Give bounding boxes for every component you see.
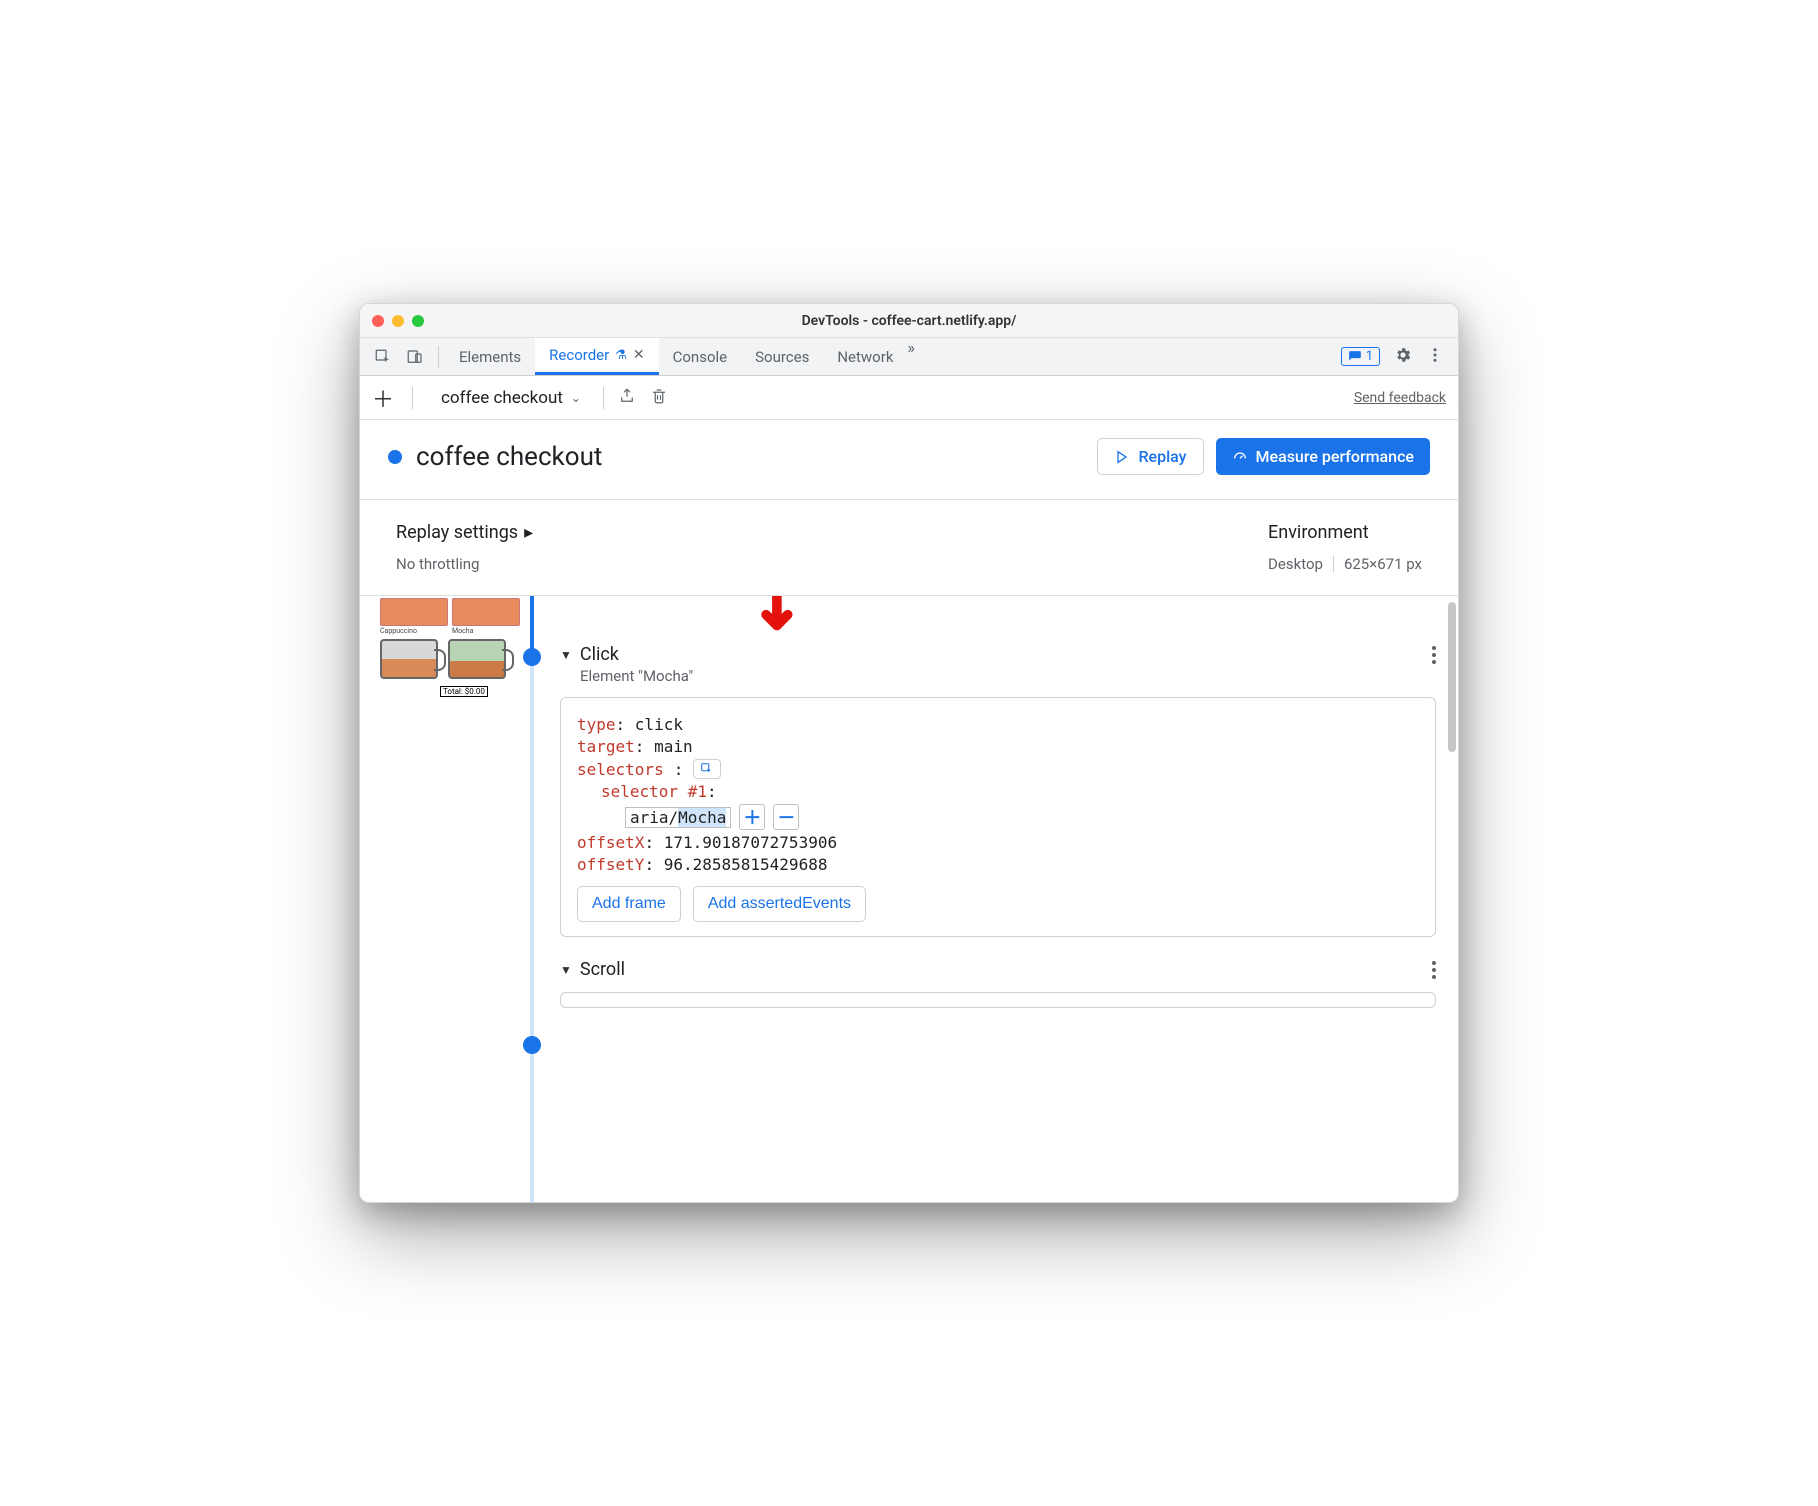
recording-selector[interactable]: coffee checkout ⌄ <box>433 388 589 408</box>
delete-icon[interactable] <box>650 387 668 409</box>
step-scroll: ▼ Scroll <box>560 959 1436 1008</box>
tab-label: Network <box>837 348 893 366</box>
replay-label: Replay <box>1138 447 1186 466</box>
inspect-element-icon[interactable] <box>374 348 392 366</box>
thumb-label: Cappuccino <box>380 627 448 635</box>
viewport-size: 625×671 px <box>1344 555 1422 573</box>
panel-tabs: Elements Recorder ⚗︎ ✕ Console Sources N… <box>445 338 907 375</box>
step-details-card <box>560 992 1436 1008</box>
selector-prefix: aria/ <box>630 808 678 827</box>
step-title: Scroll <box>580 959 625 980</box>
field-value: main <box>654 737 693 756</box>
export-icon[interactable] <box>618 387 636 409</box>
tab-network[interactable]: Network <box>823 338 907 375</box>
field-key: selectors <box>577 760 664 779</box>
thumb-total: Total: $0.00 <box>440 686 488 697</box>
disclosure-triangle-icon[interactable]: ▼ <box>560 963 572 977</box>
recorder-toolbar: ＋ coffee checkout ⌄ Send feedback <box>360 376 1458 420</box>
step-subtitle: Element "Mocha" <box>580 667 1436 685</box>
tab-recorder[interactable]: Recorder ⚗︎ ✕ <box>535 338 658 375</box>
window-titlebar: DevTools - coffee-cart.netlify.app/ <box>360 304 1458 338</box>
field-value: 96.28585815429688 <box>664 855 828 874</box>
timeline-node <box>523 1036 541 1054</box>
device-label: Desktop <box>1268 555 1323 573</box>
window-title: DevTools - coffee-cart.netlify.app/ <box>360 313 1458 329</box>
step-menu-icon[interactable] <box>1432 646 1436 664</box>
replay-button[interactable]: Replay <box>1097 438 1203 475</box>
field-key: type <box>577 715 616 734</box>
tab-console[interactable]: Console <box>659 338 742 375</box>
measure-performance-button[interactable]: Measure performance <box>1216 438 1431 475</box>
replay-settings-label: Replay settings <box>396 522 518 543</box>
device-toolbar-icon[interactable] <box>406 348 424 366</box>
thumb-label: Mocha <box>452 627 520 635</box>
measure-label: Measure performance <box>1256 447 1415 466</box>
separator <box>412 387 413 409</box>
throttling-status: No throttling <box>396 555 533 573</box>
field-key: offsetX <box>577 833 644 852</box>
add-frame-button[interactable]: Add frame <box>577 886 681 922</box>
tab-label: Elements <box>459 348 521 366</box>
pick-element-button[interactable] <box>693 759 721 779</box>
settings-icon[interactable] <box>1394 346 1412 368</box>
tab-sources[interactable]: Sources <box>741 338 823 375</box>
chevron-down-icon: ⌄ <box>571 391 581 405</box>
selector-highlight: Mocha <box>678 808 726 827</box>
separator <box>438 346 439 368</box>
recording-name: coffee checkout <box>441 388 563 408</box>
timeline-rail <box>530 596 534 1202</box>
field-value: click <box>635 715 683 734</box>
environment-label: Environment <box>1268 522 1422 543</box>
scrollbar-thumb[interactable] <box>1448 602 1456 752</box>
disclosure-triangle-icon[interactable]: ▼ <box>560 648 572 662</box>
experiment-icon: ⚗︎ <box>615 348 627 363</box>
steps-column: ▼ Click Element "Mocha" type: click targ… <box>520 596 1436 1202</box>
replay-settings-toggle[interactable]: Replay settings ▸ <box>396 522 533 543</box>
timeline-node <box>523 648 541 666</box>
tab-label: Sources <box>755 348 809 366</box>
chevron-right-icon: ▸ <box>524 522 533 543</box>
more-tabs-icon[interactable]: » <box>907 338 915 375</box>
more-options-icon[interactable] <box>1426 346 1444 368</box>
separator <box>1333 556 1334 572</box>
issues-count: 1 <box>1366 349 1373 364</box>
tab-elements[interactable]: Elements <box>445 338 535 375</box>
field-key: offsetY <box>577 855 644 874</box>
snapshot-thumbnail: Cappuccino Mocha Total: $0.00 <box>380 596 520 1202</box>
meta-row: Replay settings ▸ No throttling Environm… <box>360 500 1458 596</box>
devtools-tabstrip: Elements Recorder ⚗︎ ✕ Console Sources N… <box>360 338 1458 376</box>
tab-label: Console <box>673 348 728 366</box>
devtools-window: DevTools - coffee-cart.netlify.app/ Elem… <box>359 303 1459 1203</box>
add-asserted-events-button[interactable]: Add assertedEvents <box>693 886 866 922</box>
field-value: 171.90187072753906 <box>664 833 837 852</box>
step-menu-icon[interactable] <box>1432 961 1436 979</box>
step-details-card: type: click target: main selectors: sele… <box>560 697 1436 937</box>
timeline-rail-progress <box>530 596 534 656</box>
issues-badge[interactable]: 1 <box>1341 347 1380 366</box>
remove-selector-button[interactable]: － <box>773 804 799 830</box>
recording-status-icon <box>388 450 402 464</box>
close-tab-icon[interactable]: ✕ <box>633 347 645 363</box>
selector-index-label: selector #1 <box>601 782 707 801</box>
environment-info: Desktop 625×671 px <box>1268 555 1422 573</box>
timeline: Cappuccino Mocha Total: $0.00 ▼ <box>360 596 1458 1202</box>
step-title: Click <box>580 644 619 665</box>
step-click: ▼ Click Element "Mocha" type: click targ… <box>560 596 1436 937</box>
separator <box>603 387 604 409</box>
recording-title: coffee checkout <box>416 442 602 472</box>
add-selector-button[interactable]: ＋ <box>739 804 765 830</box>
field-key: target <box>577 737 635 756</box>
tab-label: Recorder <box>549 346 609 364</box>
new-recording-button[interactable]: ＋ <box>372 382 392 414</box>
selector-value-input[interactable]: aria/Mocha <box>625 807 731 828</box>
send-feedback-link[interactable]: Send feedback <box>1354 390 1446 406</box>
recording-header: coffee checkout Replay Measure performan… <box>360 420 1458 500</box>
